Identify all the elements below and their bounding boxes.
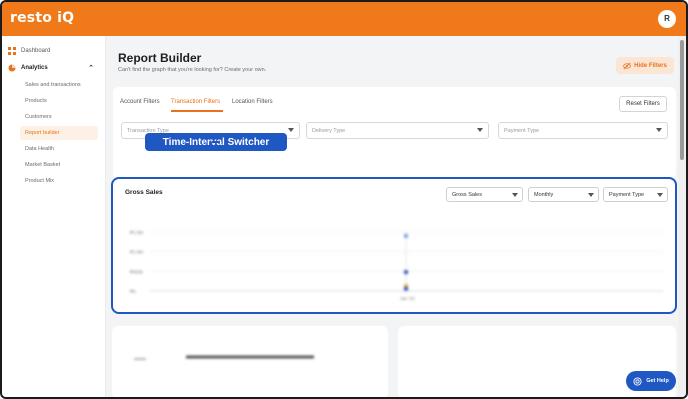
- select-value: Gross Sales: [452, 191, 482, 198]
- sidebar-item-label: Dashboard: [21, 48, 51, 54]
- chevron-down-icon: [288, 128, 294, 132]
- sidebar-item-analytics[interactable]: Analytics ⌃: [8, 61, 100, 75]
- select-value: Payment Type: [609, 191, 645, 198]
- tab-transaction-filters[interactable]: Transaction Filters: [171, 99, 220, 105]
- app-window: resto iQ R Dashboard Analytics ⌃ Sales a…: [0, 0, 688, 399]
- sidebar-item-sales-and-transactions[interactable]: Sales and transactions: [20, 78, 98, 92]
- sidebar-item-dashboard[interactable]: Dashboard: [8, 44, 100, 58]
- sidebar-item-products[interactable]: Products: [20, 94, 98, 108]
- time-interval-switcher-callout: Time-Interval Switcher: [145, 133, 287, 151]
- chevron-up-icon: ⌃: [88, 65, 94, 72]
- hide-filters-label: Hide Filters: [634, 62, 667, 69]
- eye-off-icon: [623, 62, 631, 69]
- hide-filters-button[interactable]: Hide Filters: [616, 57, 674, 74]
- chart-title: Gross Sales: [125, 189, 163, 196]
- sidebar-item-customers[interactable]: Customers: [20, 110, 98, 124]
- page-subtitle: Can't find the graph that you're looking…: [118, 67, 267, 73]
- select-placeholder: Delivery Type: [312, 127, 346, 134]
- sidebar-item-market-basket[interactable]: Market Basket: [20, 158, 98, 172]
- gross-sales-chart-card: Gross Sales Gross Sales Monthly Payment …: [111, 177, 677, 314]
- sidebar-item-report-builder[interactable]: Report builder: [20, 126, 98, 140]
- data-point[interactable]: [403, 269, 409, 275]
- y-tick-label: ₱500k: [130, 269, 144, 274]
- data-point[interactable]: [403, 233, 409, 239]
- get-help-label: Get Help: [646, 378, 669, 384]
- y-tick-label: ₱1.5M: [130, 230, 143, 235]
- tab-location-filters[interactable]: Location Filters: [232, 99, 273, 105]
- reset-filters-button[interactable]: Reset Filters: [619, 96, 667, 112]
- gross-sales-chart: ₱1.5M ₱1.0M ₱500k ₱0 Jan '23: [130, 230, 663, 301]
- main-content: Report Builder Can't find the graph that…: [106, 36, 678, 397]
- sidebar-item-product-mix[interactable]: Product Mix: [20, 174, 98, 188]
- scrollbar[interactable]: [678, 36, 686, 397]
- sidebar-item-label: Analytics: [21, 65, 48, 71]
- chevron-down-icon: [512, 193, 518, 197]
- data-point[interactable]: [403, 286, 409, 291]
- metric-select[interactable]: Gross Sales: [446, 187, 523, 202]
- group-by-select[interactable]: Payment Type: [603, 187, 668, 202]
- chevron-down-icon: [657, 193, 663, 197]
- delivery-type-select[interactable]: Delivery Type: [306, 122, 489, 139]
- blurred-chart-preview: [134, 355, 314, 360]
- y-tick-label: ₱0: [130, 289, 136, 294]
- sidebar-item-data-health[interactable]: Data Health: [20, 142, 98, 156]
- chevron-down-icon: [477, 128, 483, 132]
- top-bar: resto iQ R: [2, 2, 686, 36]
- user-avatar[interactable]: R: [658, 10, 676, 28]
- analytics-icon: [8, 64, 16, 72]
- time-interval-select[interactable]: Monthly: [528, 187, 599, 202]
- active-tab-indicator: [171, 110, 223, 112]
- sidebar: Dashboard Analytics ⌃ Sales and transact…: [2, 36, 106, 397]
- select-value: Monthly: [534, 191, 554, 198]
- report-card-left: [112, 326, 388, 397]
- page-title: Report Builder: [118, 51, 202, 65]
- scrollbar-thumb[interactable]: [680, 40, 684, 160]
- select-placeholder: Payment Type: [504, 127, 540, 134]
- chevron-down-icon: [588, 193, 594, 197]
- x-tick-label: Jan '23: [400, 296, 415, 301]
- y-tick-label: ₱1.0M: [130, 250, 143, 255]
- chevron-down-icon: [656, 128, 662, 132]
- tab-account-filters[interactable]: Account Filters: [120, 99, 160, 105]
- lifebuoy-icon: [633, 376, 642, 386]
- app-logo[interactable]: resto iQ: [10, 10, 74, 26]
- get-help-button[interactable]: Get Help: [626, 371, 676, 391]
- grid-icon: [8, 47, 16, 55]
- payment-type-select[interactable]: Payment Type: [498, 122, 668, 139]
